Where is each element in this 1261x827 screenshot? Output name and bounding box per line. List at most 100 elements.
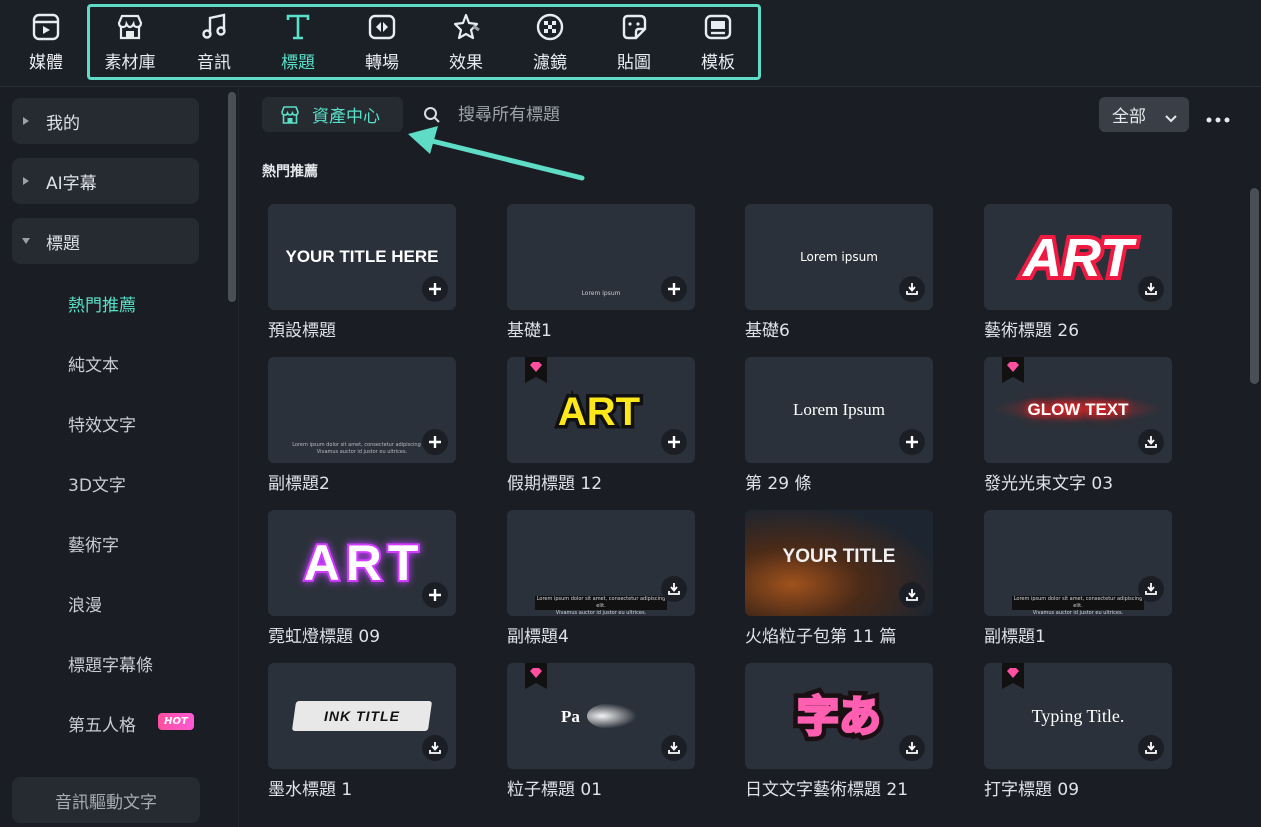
sidebar-category-titles[interactable]: 標題 (12, 218, 199, 264)
download-icon[interactable] (1138, 429, 1164, 455)
title-card[interactable]: Lorem Ipsum (745, 357, 933, 463)
filter-icon (535, 12, 565, 42)
premium-gem-icon (1002, 357, 1024, 383)
tool-templates[interactable]: 模板 (680, 6, 756, 76)
download-icon[interactable] (899, 735, 925, 761)
sidebar-category-label: AI字幕 (46, 173, 97, 194)
add-icon[interactable] (899, 429, 925, 455)
premium-gem-icon (525, 357, 547, 383)
premium-gem-icon (1002, 663, 1024, 689)
tool-audio[interactable]: 音訊 (176, 6, 252, 76)
sidebar-scrollbar[interactable] (228, 92, 236, 302)
title-card[interactable]: ART (507, 357, 695, 463)
sidebar-item-plain-text[interactable]: 純文本 (68, 351, 119, 376)
sidebar-category-label: 標題 (46, 233, 80, 254)
add-icon[interactable] (422, 276, 448, 302)
card-label: 副標題4 (507, 627, 569, 647)
title-card[interactable]: Lorem ipsum (745, 204, 933, 310)
tool-label: 音訊 (197, 53, 231, 73)
card-label: 第 29 條 (745, 474, 812, 494)
tool-store[interactable]: 素材庫 (92, 6, 168, 76)
tool-media[interactable]: 媒體 (8, 6, 84, 76)
download-icon[interactable] (899, 276, 925, 302)
tool-filters[interactable]: 濾鏡 (512, 6, 588, 76)
title-card[interactable]: ART (268, 510, 456, 616)
download-icon[interactable] (661, 576, 687, 602)
template-icon (703, 12, 733, 42)
tool-label: 效果 (449, 53, 483, 73)
download-icon[interactable] (899, 582, 925, 608)
text-t-icon (283, 12, 313, 42)
sidebar-item-3d-text[interactable]: 3D文字 (68, 471, 126, 496)
title-card[interactable]: 字あ 字あ (745, 663, 933, 769)
tool-label: 模板 (701, 53, 735, 73)
card-label: 預設標題 (268, 321, 336, 341)
add-icon[interactable] (422, 429, 448, 455)
title-card[interactable]: Typing Title. (984, 663, 1172, 769)
download-icon[interactable] (1138, 576, 1164, 602)
sidebar-item-identity-v[interactable]: 第五人格 (68, 711, 136, 736)
card-label: 假期標題 12 (507, 474, 603, 494)
tool-label: 轉場 (365, 53, 399, 73)
title-card[interactable]: Pa (507, 663, 695, 769)
store-icon (280, 105, 300, 125)
title-card[interactable]: YOUR TITLE (745, 510, 933, 616)
add-icon[interactable] (422, 582, 448, 608)
title-card[interactable]: Lorem ipsum dolor sit amet, consectetur … (268, 357, 456, 463)
download-icon[interactable] (661, 735, 687, 761)
title-card[interactable]: Lorem ipsum dolor sit amet, consectetur … (984, 510, 1172, 616)
effects-star-icon (451, 12, 481, 42)
filter-dropdown[interactable]: 全部 (1099, 97, 1189, 132)
card-label: 藝術標題 26 (984, 321, 1080, 341)
transition-icon (367, 12, 397, 42)
title-card[interactable]: ART (984, 204, 1172, 310)
title-card[interactable]: Lorem ipsum (507, 204, 695, 310)
thumb-text: Pa (561, 707, 580, 726)
music-note-icon (199, 12, 229, 42)
card-label: 發光光束文字 03 (984, 474, 1114, 494)
download-icon[interactable] (1138, 735, 1164, 761)
add-icon[interactable] (661, 276, 687, 302)
search-input[interactable] (452, 100, 764, 130)
asset-center-button[interactable]: 資產中心 (262, 97, 403, 132)
card-label: 霓虹燈標題 09 (268, 627, 381, 647)
sidebar-category-mine[interactable]: 我的 (12, 98, 199, 144)
thumb-text: ART (558, 390, 640, 434)
card-label: 粒子標題 01 (507, 780, 603, 800)
sidebar-item-hot[interactable]: 熱門推薦 (68, 291, 136, 316)
filter-value: 全部 (1112, 107, 1146, 127)
sidebar-item-effect-text[interactable]: 特效文字 (68, 411, 136, 436)
caret-right-icon (22, 177, 30, 185)
tool-titles[interactable]: 標題 (260, 6, 336, 76)
asset-center-label: 資產中心 (312, 107, 380, 127)
sidebar-item-art-text[interactable]: 藝術字 (68, 531, 119, 556)
download-icon[interactable] (422, 735, 448, 761)
sidebar-item-title-bars[interactable]: 標題字幕條 (68, 651, 153, 676)
sidebar-item-romance[interactable]: 浪漫 (68, 591, 102, 616)
tool-label: 素材庫 (104, 53, 156, 73)
hot-badge: HOT (158, 713, 194, 730)
title-card[interactable]: Lorem ipsum dolor sit amet, consectetur … (507, 510, 695, 616)
tool-transitions[interactable]: 轉場 (344, 6, 420, 76)
tool-label: 媒體 (29, 53, 63, 73)
thumb-text: Lorem ipsum dolor sit amet, consectetur … (536, 596, 666, 609)
particle-burst (587, 703, 637, 729)
caret-right-icon (22, 117, 30, 125)
audio-driven-text-button[interactable]: 音訊驅動文字 (12, 777, 200, 823)
search-icon (423, 106, 441, 124)
thumb-text: ART (1021, 228, 1137, 288)
title-card[interactable]: INK TITLE (268, 663, 456, 769)
content-scrollbar[interactable] (1250, 188, 1259, 384)
title-card[interactable]: GLOW TEXT (984, 357, 1172, 463)
download-icon[interactable] (1138, 276, 1164, 302)
sidebar-category-ai-subtitles[interactable]: AI字幕 (12, 158, 199, 204)
sidebar: 我的 AI字幕 標題 熱門推薦 純文本 特效文字 3D文字 藝術字 浪漫 標題字… (0, 87, 239, 827)
section-title: 熱門推薦 (262, 164, 318, 180)
tool-stickers[interactable]: 貼圖 (596, 6, 672, 76)
top-toolbar: 媒體 素材庫 音訊 標題 轉場 效果 濾鏡 貼圖 模板 (0, 0, 1261, 87)
more-options-icon[interactable] (1205, 110, 1233, 123)
tool-effects[interactable]: 效果 (428, 6, 504, 76)
title-card[interactable]: YOUR TITLE HERE (268, 204, 456, 310)
add-icon[interactable] (661, 429, 687, 455)
thumb-text: Lorem ipsum dolor sit amet, consectetur … (1013, 596, 1143, 609)
